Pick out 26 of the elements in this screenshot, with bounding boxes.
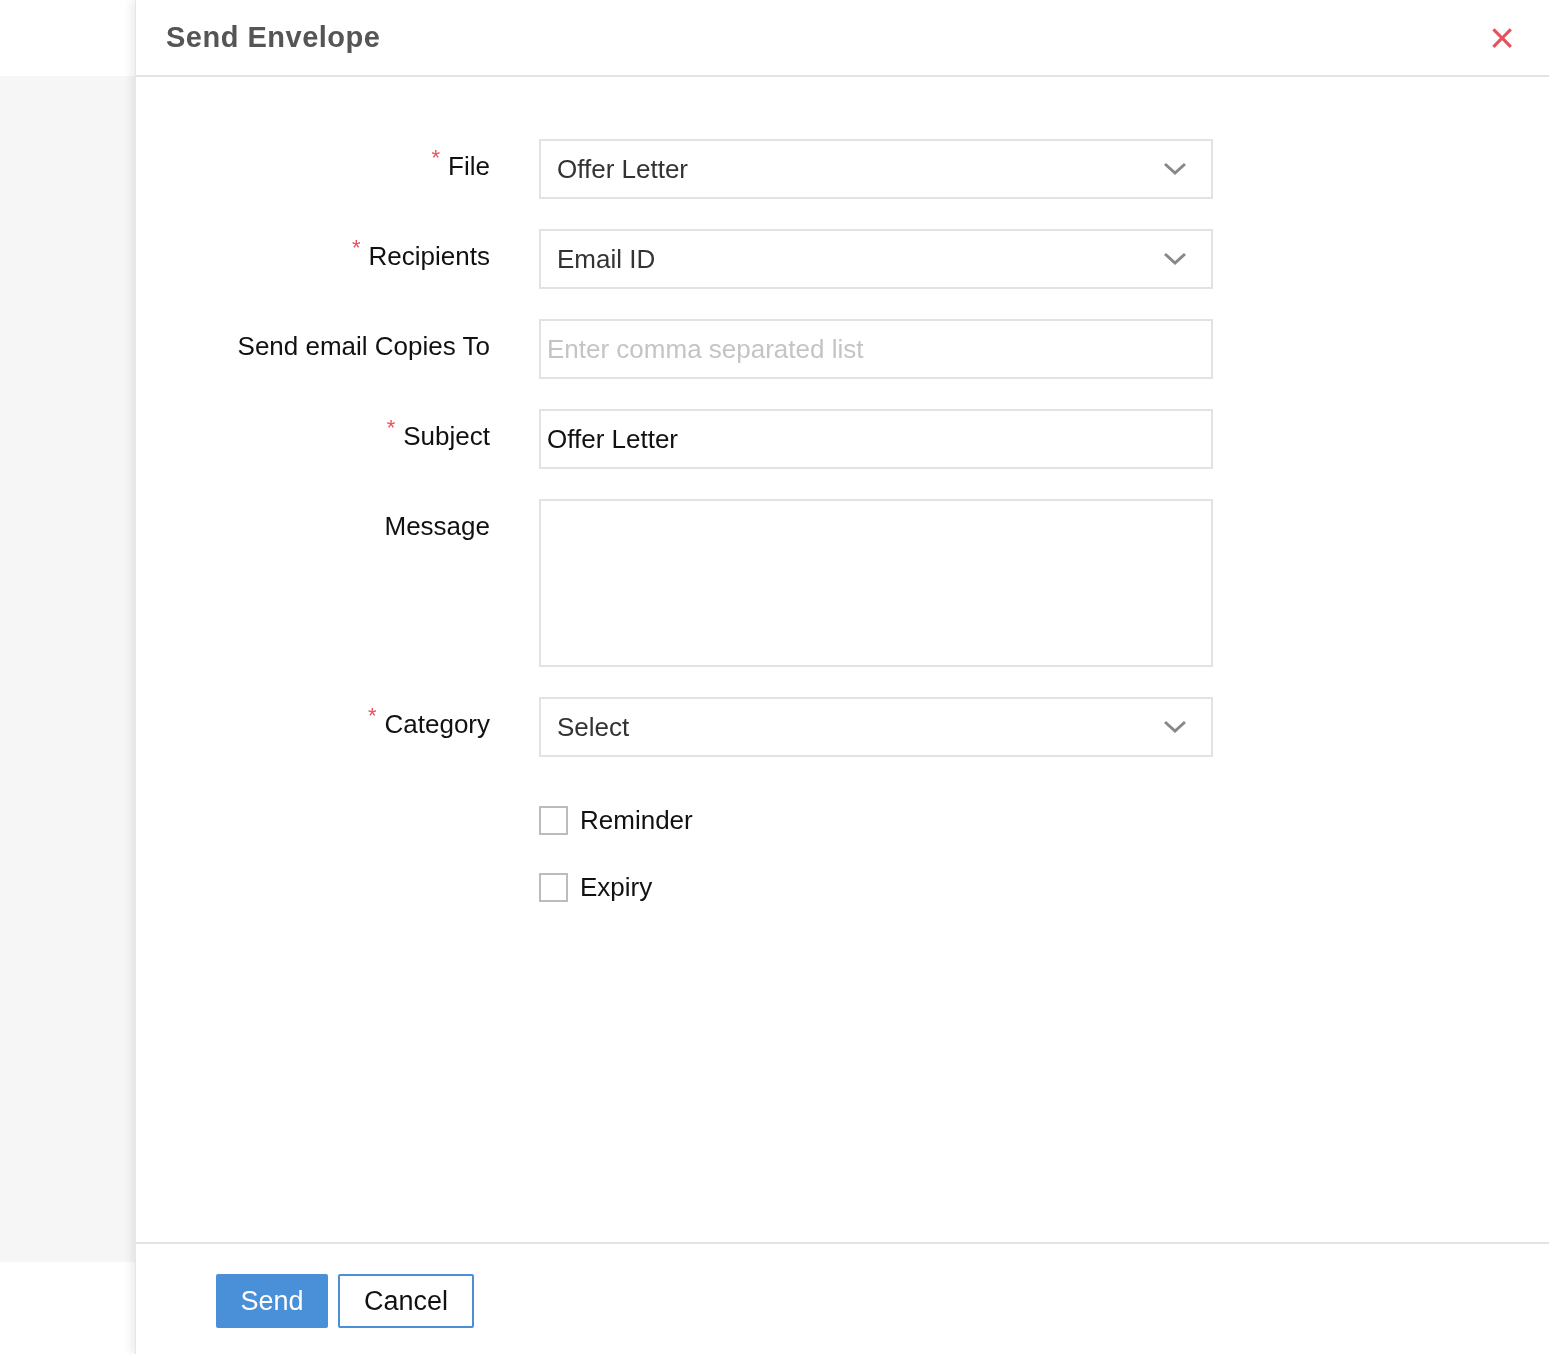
field-label: Message bbox=[383, 510, 490, 543]
input-field[interactable]: Enter comma separated list bbox=[539, 319, 1213, 379]
field-label: Subject bbox=[403, 421, 490, 451]
checkbox-label: Expiry bbox=[580, 871, 653, 904]
chevron-down-icon bbox=[1163, 720, 1187, 734]
cancel-button[interactable]: Cancel bbox=[338, 1274, 474, 1328]
chevron-down-icon bbox=[1163, 252, 1187, 266]
dialog-title: Send Envelope bbox=[166, 19, 381, 55]
dropdown[interactable]: Select bbox=[539, 697, 1213, 757]
required-marker: * bbox=[367, 703, 377, 728]
checkbox[interactable] bbox=[539, 806, 568, 835]
message-field[interactable] bbox=[539, 499, 1213, 667]
dropdown[interactable]: Offer Letter bbox=[539, 139, 1213, 199]
required-marker: * bbox=[352, 235, 361, 260]
chevron-down-icon bbox=[1163, 162, 1187, 176]
field-label: Category bbox=[384, 709, 490, 739]
required-marker: * bbox=[386, 415, 396, 440]
field-label: Recipients bbox=[368, 241, 490, 271]
field-label: Send email Copies To bbox=[236, 330, 490, 363]
close-button[interactable]: × bbox=[1485, 15, 1519, 60]
checkbox-label: Reminder bbox=[580, 804, 693, 837]
checkbox[interactable] bbox=[539, 873, 568, 902]
required-marker: * bbox=[431, 145, 441, 170]
dropdown[interactable]: Email ID bbox=[539, 229, 1213, 289]
input-field[interactable]: Offer Letter bbox=[539, 409, 1213, 469]
field-label: File bbox=[448, 151, 490, 181]
